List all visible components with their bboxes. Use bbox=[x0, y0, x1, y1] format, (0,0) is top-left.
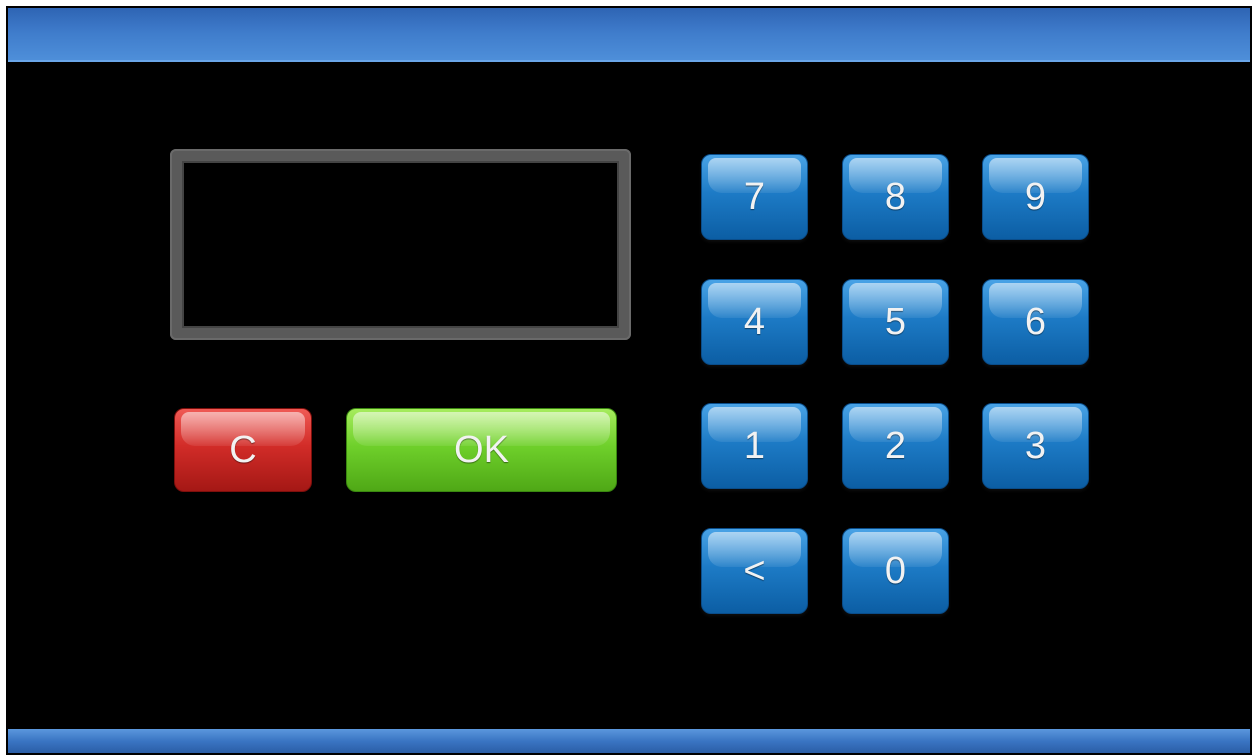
key-label: 0 bbox=[884, 549, 907, 592]
bottom-bar bbox=[8, 729, 1250, 753]
key-label: 9 bbox=[1024, 175, 1047, 218]
key-5-button[interactable]: 5 bbox=[842, 279, 949, 365]
key-8-button[interactable]: 8 bbox=[842, 154, 949, 240]
key-label: 1 bbox=[743, 424, 766, 467]
display-frame bbox=[170, 149, 631, 340]
ok-button[interactable]: OK bbox=[346, 408, 617, 492]
backspace-button[interactable]: < bbox=[701, 528, 808, 614]
key-label: 5 bbox=[884, 300, 907, 343]
clear-button[interactable]: C bbox=[174, 408, 312, 492]
key-label: 2 bbox=[884, 424, 907, 467]
key-label: 8 bbox=[884, 175, 907, 218]
key-1-button[interactable]: 1 bbox=[701, 403, 808, 489]
key-label: 6 bbox=[1024, 300, 1047, 343]
key-label: 7 bbox=[743, 175, 766, 218]
clear-button-label: C bbox=[229, 428, 257, 471]
key-0-button[interactable]: 0 bbox=[842, 528, 949, 614]
key-6-button[interactable]: 6 bbox=[982, 279, 1089, 365]
key-7-button[interactable]: 7 bbox=[701, 154, 808, 240]
keypad-window: C OK 7 8 9 4 5 6 1 2 3 < 0 bbox=[6, 6, 1252, 755]
key-4-button[interactable]: 4 bbox=[701, 279, 808, 365]
backspace-label: < bbox=[743, 549, 766, 592]
display-screen bbox=[182, 161, 619, 328]
key-9-button[interactable]: 9 bbox=[982, 154, 1089, 240]
key-2-button[interactable]: 2 bbox=[842, 403, 949, 489]
key-3-button[interactable]: 3 bbox=[982, 403, 1089, 489]
top-bar bbox=[8, 8, 1250, 62]
ok-button-label: OK bbox=[454, 428, 509, 471]
key-label: 3 bbox=[1024, 424, 1047, 467]
key-label: 4 bbox=[743, 300, 766, 343]
